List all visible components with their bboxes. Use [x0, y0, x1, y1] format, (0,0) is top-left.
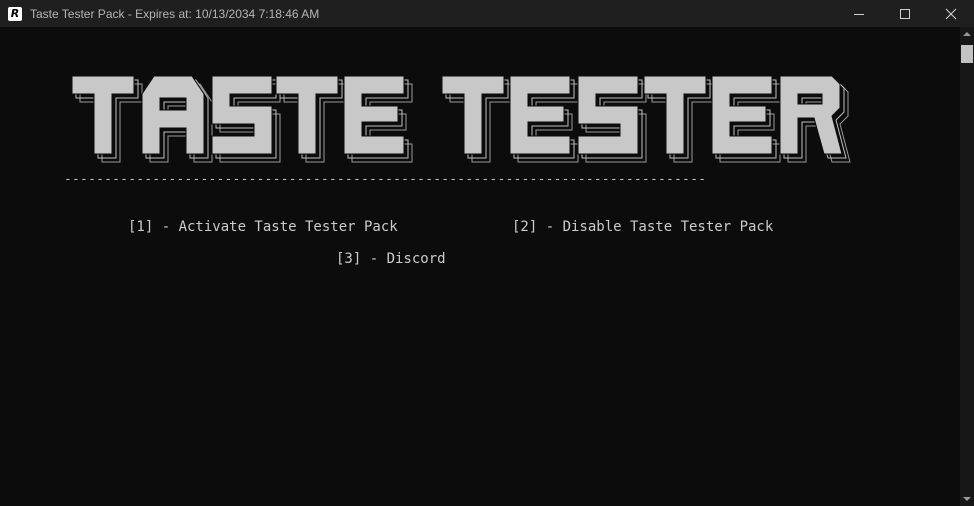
close-button[interactable] [928, 0, 974, 27]
banner-logo [71, 75, 851, 163]
maximize-button[interactable] [882, 0, 928, 27]
title-bar[interactable]: R Taste Tester Pack - Expires at: 10/13/… [0, 0, 974, 27]
app-icon: R [8, 6, 22, 21]
divider-line: ----------------------------------------… [64, 172, 707, 187]
vertical-scrollbar[interactable] [960, 27, 974, 506]
window-title: Taste Tester Pack - Expires at: 10/13/20… [30, 6, 320, 21]
close-icon [945, 8, 957, 19]
scroll-up-icon[interactable] [963, 32, 971, 36]
option-discord[interactable]: [3] - Discord [336, 251, 446, 267]
app-icon-letter: R [10, 7, 20, 20]
maximize-icon [900, 8, 910, 19]
minimize-button[interactable] [836, 0, 882, 27]
option-disable[interactable]: [2] - Disable Taste Tester Pack [512, 219, 773, 235]
console-window: R Taste Tester Pack - Expires at: 10/13/… [0, 0, 974, 506]
window-controls [836, 0, 974, 27]
scroll-thumb[interactable] [961, 45, 973, 63]
minimize-icon [854, 13, 864, 15]
scroll-down-icon[interactable] [963, 497, 971, 501]
option-activate[interactable]: [1] - Activate Taste Tester Pack [128, 219, 398, 235]
